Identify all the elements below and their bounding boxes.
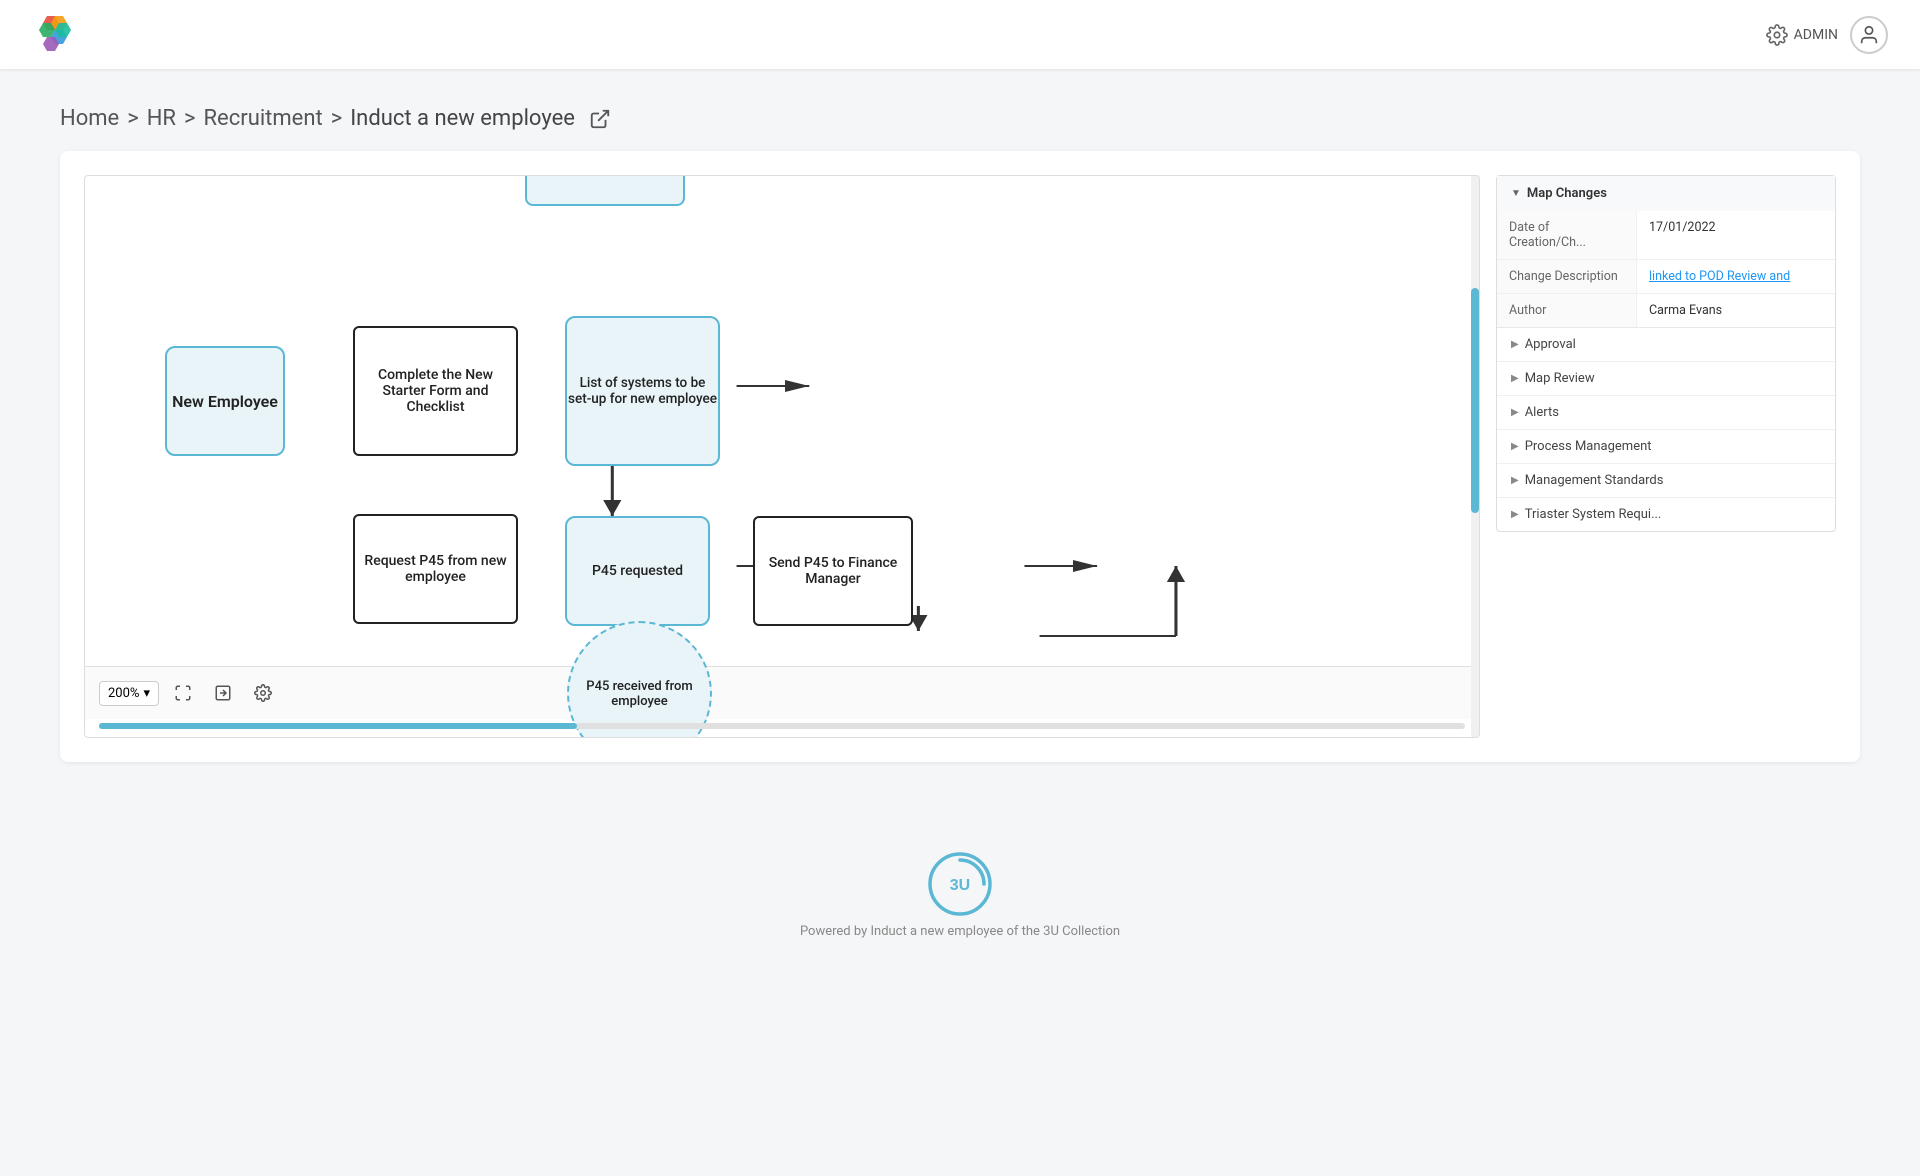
breadcrumb-sep1: > bbox=[127, 106, 139, 131]
breadcrumb-sep2: > bbox=[184, 106, 196, 131]
node-complete-starter[interactable]: Complete the New Starter Form and Checkl… bbox=[353, 326, 518, 456]
breadcrumb-current: Induct a new employee bbox=[350, 106, 575, 131]
admin-label: ADMIN bbox=[1794, 27, 1838, 43]
vertical-scrollbar[interactable] bbox=[1471, 176, 1479, 737]
map-review-item[interactable]: ▶ Map Review bbox=[1497, 362, 1835, 396]
zoom-dropdown-icon: ▾ bbox=[143, 686, 150, 701]
triaster-label: Triaster System Requi... bbox=[1525, 507, 1662, 522]
date-value: 17/01/2022 bbox=[1637, 211, 1835, 244]
gear-icon bbox=[1766, 24, 1788, 46]
author-value: Carma Evans bbox=[1637, 294, 1835, 327]
main-content: New Employee Complete the New Starter Fo… bbox=[0, 151, 1920, 822]
breadcrumb-recruitment[interactable]: Recruitment bbox=[204, 106, 323, 131]
approval-label: Approval bbox=[1525, 337, 1576, 352]
mgmt-standards-chevron: ▶ bbox=[1511, 475, 1519, 486]
user-avatar[interactable] bbox=[1850, 16, 1888, 54]
footer-logo: 3U bbox=[928, 852, 992, 916]
partial-node-top bbox=[525, 176, 685, 206]
footer: 3U Powered by Induct a new employee of t… bbox=[0, 822, 1920, 959]
external-link-icon[interactable] bbox=[589, 108, 611, 130]
change-desc-label: Change Description bbox=[1497, 260, 1637, 293]
author-row: Author Carma Evans bbox=[1497, 294, 1835, 327]
flow-area: New Employee Complete the New Starter Fo… bbox=[84, 175, 1480, 738]
flow-canvas: New Employee Complete the New Starter Fo… bbox=[85, 176, 1479, 666]
change-desc-value[interactable]: linked to POD Review and bbox=[1637, 260, 1835, 293]
change-desc-row: Change Description linked to POD Review … bbox=[1497, 260, 1835, 294]
svg-text:3U: 3U bbox=[950, 877, 970, 894]
export-button[interactable] bbox=[207, 677, 239, 709]
alerts-chevron: ▶ bbox=[1511, 407, 1519, 418]
breadcrumb-home[interactable]: Home bbox=[60, 106, 119, 131]
diagram-container: New Employee Complete the New Starter Fo… bbox=[60, 151, 1860, 762]
map-review-chevron: ▶ bbox=[1511, 373, 1519, 384]
author-label: Author bbox=[1497, 294, 1637, 327]
breadcrumb-hr[interactable]: HR bbox=[147, 106, 176, 131]
triaster-chevron: ▶ bbox=[1511, 509, 1519, 520]
app-header: ADMIN bbox=[0, 0, 1920, 70]
map-changes-section: ▼ Map Changes Date of Creation/Ch... 17/… bbox=[1497, 176, 1835, 328]
zoom-value: 200% bbox=[108, 686, 139, 701]
mgmt-standards-label: Management Standards bbox=[1525, 473, 1664, 488]
breadcrumb: Home > HR > Recruitment > Induct a new e… bbox=[60, 106, 1860, 131]
map-changes-title: Map Changes bbox=[1527, 186, 1607, 201]
alerts-item[interactable]: ▶ Alerts bbox=[1497, 396, 1835, 430]
node-p45-requested[interactable]: P45 requested bbox=[565, 516, 710, 626]
process-mgmt-label: Process Management bbox=[1525, 439, 1652, 454]
horizontal-scrollbar[interactable] bbox=[99, 723, 1465, 729]
zoom-select[interactable]: 200% ▾ bbox=[99, 681, 159, 706]
breadcrumb-area: Home > HR > Recruitment > Induct a new e… bbox=[0, 70, 1920, 151]
node-send-p45[interactable]: Send P45 to Finance Manager bbox=[753, 516, 913, 626]
node-p45-received[interactable]: P45 received from employee bbox=[567, 621, 712, 738]
node-new-employee[interactable]: New Employee bbox=[165, 346, 285, 456]
map-changes-header[interactable]: ▼ Map Changes bbox=[1497, 176, 1835, 211]
breadcrumb-sep3: > bbox=[331, 106, 343, 131]
flow-toolbar: 200% ▾ bbox=[85, 666, 1479, 719]
node-list-systems[interactable]: List of systems to be set-up for new emp… bbox=[565, 316, 720, 466]
mgmt-standards-item[interactable]: ▶ Management Standards bbox=[1497, 464, 1835, 498]
side-panel: ▼ Map Changes Date of Creation/Ch... 17/… bbox=[1496, 175, 1836, 532]
process-mgmt-chevron: ▶ bbox=[1511, 441, 1519, 452]
approval-item[interactable]: ▶ Approval bbox=[1497, 328, 1835, 362]
process-mgmt-item[interactable]: ▶ Process Management bbox=[1497, 430, 1835, 464]
date-row: Date of Creation/Ch... 17/01/2022 bbox=[1497, 211, 1835, 260]
settings-button[interactable]: ADMIN bbox=[1766, 24, 1838, 46]
date-label: Date of Creation/Ch... bbox=[1497, 211, 1637, 259]
triaster-item[interactable]: ▶ Triaster System Requi... bbox=[1497, 498, 1835, 531]
fullscreen-icon bbox=[174, 684, 192, 702]
footer-text: Powered by Induct a new employee of the … bbox=[800, 924, 1120, 939]
fullscreen-button[interactable] bbox=[167, 677, 199, 709]
header-right: ADMIN bbox=[1766, 16, 1888, 54]
vertical-scrollbar-thumb bbox=[1471, 288, 1479, 512]
settings-button[interactable] bbox=[247, 677, 279, 709]
approval-chevron: ▶ bbox=[1511, 339, 1519, 350]
alerts-label: Alerts bbox=[1525, 405, 1559, 420]
horizontal-scrollbar-thumb bbox=[99, 723, 577, 729]
diagram-inner: New Employee Complete the New Starter Fo… bbox=[84, 175, 1836, 738]
map-changes-chevron: ▼ bbox=[1511, 188, 1521, 199]
node-request-p45[interactable]: Request P45 from new employee bbox=[353, 514, 518, 624]
export-icon bbox=[214, 684, 232, 702]
logo[interactable] bbox=[32, 12, 78, 58]
map-review-label: Map Review bbox=[1525, 371, 1595, 386]
settings-icon bbox=[254, 684, 272, 702]
